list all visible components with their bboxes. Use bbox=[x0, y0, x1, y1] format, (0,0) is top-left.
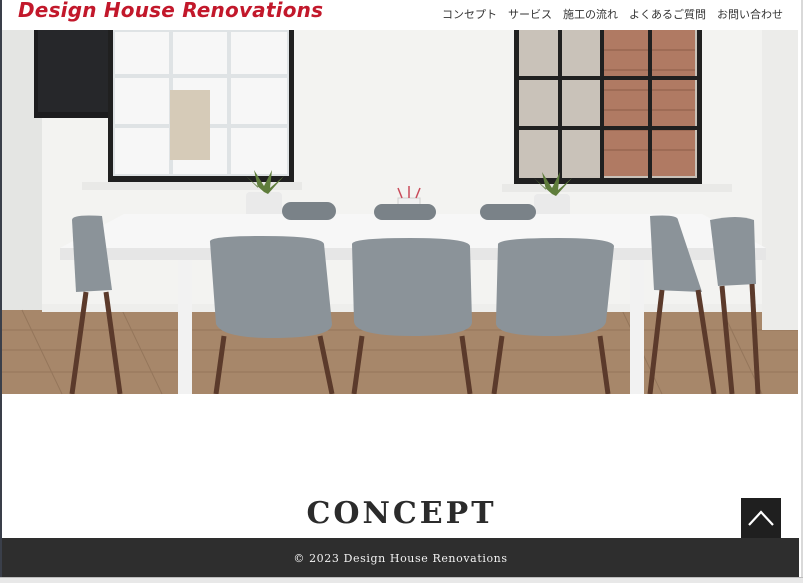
concept-heading: CONCEPT bbox=[306, 496, 497, 531]
site-footer: © 2023 Design House Renovations bbox=[2, 538, 799, 578]
hero-image bbox=[2, 30, 798, 394]
copyright-text: © 2023 Design House Renovations bbox=[293, 551, 508, 565]
nav-item-faq[interactable]: よくあるご質問 bbox=[629, 6, 706, 22]
main-nav: コンセプト サービス 施工の流れ よくあるご質問 お問い合わせ bbox=[442, 6, 783, 22]
back-to-top-button[interactable] bbox=[741, 498, 781, 538]
window-frame-bottom bbox=[0, 577, 803, 583]
nav-item-concept[interactable]: コンセプト bbox=[442, 6, 497, 22]
dining-room-photo bbox=[2, 30, 798, 394]
site-header: Design House Renovations コンセプト サービス 施工の流… bbox=[2, 0, 801, 30]
nav-item-contact[interactable]: お問い合わせ bbox=[717, 6, 783, 22]
chevron-up-icon bbox=[748, 510, 774, 526]
nav-item-flow[interactable]: 施工の流れ bbox=[563, 6, 618, 22]
site-logo[interactable]: Design House Renovations bbox=[18, 0, 323, 22]
nav-item-service[interactable]: サービス bbox=[508, 6, 552, 22]
